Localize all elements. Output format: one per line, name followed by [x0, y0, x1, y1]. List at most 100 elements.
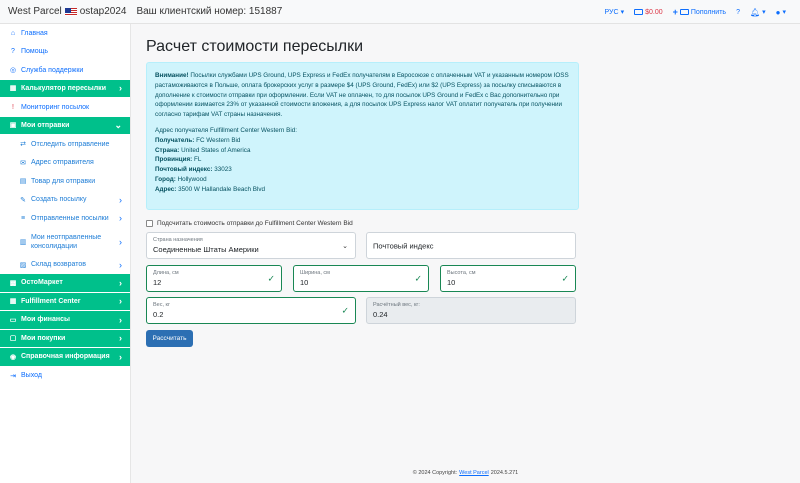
address-row: Получатель: FC Western Bid: [155, 136, 570, 146]
chevron-right-icon: ›: [119, 296, 122, 307]
sidebar-item-label: Товар для отправки: [31, 177, 96, 185]
plus-icon: +: [672, 7, 678, 17]
user-menu-button[interactable]: ● ▾: [776, 8, 786, 17]
sidebar-item-reference[interactable]: ◉ Справочная информация ›: [0, 348, 130, 367]
support-icon: ◎: [9, 67, 17, 75]
help-button[interactable]: ?: [736, 9, 740, 16]
topup-button[interactable]: + Пополнить: [673, 7, 726, 17]
sidebar-item-track[interactable]: ⇄ Отследить отправление: [0, 135, 130, 154]
weight-value: 0.2: [153, 310, 164, 319]
sidebar-item-my-shipments[interactable]: ▣ Мои отправки ⌄: [0, 116, 130, 135]
sidebar-item-label: Выход: [21, 372, 42, 380]
brand-name[interactable]: West Parcel: [8, 6, 62, 17]
chevron-down-icon: ▾: [782, 9, 786, 16]
alert-body: Посылки службами UPS Ground, UPS Express…: [155, 72, 569, 119]
address-heading: Адрес получателя Fulfillment Center West…: [155, 126, 297, 134]
address-row: Страна: United States of America: [155, 146, 570, 156]
address-label: Получатель:: [155, 136, 195, 144]
sidebar-item-support[interactable]: ◎ Служба поддержки: [0, 61, 130, 80]
address-value: 3500 W Hallandale Beach Blvd: [178, 185, 265, 193]
sidebar-item-calculator[interactable]: ▦ Калькулятор пересылки ›: [0, 79, 130, 98]
sidebar-item-label: Мониторинг посылок: [21, 103, 90, 111]
recipient-address: Адрес получателя Fulfillment Center West…: [155, 126, 570, 195]
notifications-button[interactable]: 🔔︎ ▾: [750, 8, 766, 17]
width-label: Ширина, см: [300, 270, 330, 276]
top-navbar: West Parcel ostap2024 Ваш клиентский ном…: [0, 0, 800, 24]
box-icon: ▤: [19, 178, 27, 186]
width-input[interactable]: Ширина, см 10 ✓: [293, 265, 429, 292]
route-icon: ⇄: [20, 141, 26, 149]
sidebar-item-sender-address[interactable]: ✉ Адрес отправителя: [0, 154, 130, 173]
sidebar-item-label: Служба поддержки: [21, 66, 84, 74]
check-icon: ✓: [267, 273, 275, 283]
brand[interactable]: West Parcel ostap2024: [0, 6, 126, 17]
sidebar-item-finances[interactable]: ▭ Мои финансы ›: [0, 311, 130, 330]
sidebar-item-goods[interactable]: ▤ Товар для отправки: [0, 172, 130, 191]
topup-label: Пополнить: [690, 8, 727, 16]
sidebar-item-ostomarket[interactable]: ▩ ОстоМаркет ›: [0, 274, 130, 293]
question-icon: ?: [736, 8, 740, 16]
boxes-icon: ▥: [19, 238, 27, 246]
sidebar-item-label: Адрес отправителя: [31, 159, 94, 167]
address-value: FC Western Bid: [196, 136, 241, 144]
building-icon: ▦: [9, 298, 17, 306]
check-icon: ✓: [341, 305, 349, 315]
sidebar-item-label: Главная: [21, 29, 48, 37]
sidebar: ⌂ Главная ? Помощь ◎ Служба поддержки ▦ …: [0, 24, 131, 483]
bell-icon: 🔔︎: [749, 7, 761, 17]
chevron-right-icon: ›: [119, 236, 122, 247]
bag-icon: ▢: [9, 335, 17, 343]
username[interactable]: ostap2024: [80, 6, 127, 17]
question-icon: ?: [11, 48, 15, 56]
sidebar-item-help[interactable]: ? Помощь: [0, 43, 130, 62]
sidebar-item-unsent-consolidations[interactable]: ▥ Мои неотправленные консолидации ›: [0, 228, 130, 256]
fulfillment-checkbox[interactable]: [146, 220, 153, 227]
sidebar-item-monitoring[interactable]: ! Мониторинг посылок: [0, 98, 130, 117]
zip-input[interactable]: Почтовый индекс: [366, 232, 576, 259]
sidebar-item-label: ОстоМаркет: [21, 279, 63, 287]
weight-input[interactable]: Вес, кг 0.2 ✓: [146, 297, 356, 324]
sidebar-item-label: Мои покупки: [21, 334, 66, 342]
sidebar-item-home[interactable]: ⌂ Главная: [0, 24, 130, 43]
wallet-icon: ▭: [9, 316, 17, 324]
sidebar-item-returns[interactable]: ▨ Склад возвратов ›: [0, 256, 130, 275]
calculate-button[interactable]: Рассчитать: [146, 330, 193, 347]
balance-display[interactable]: $0.00: [634, 9, 663, 16]
sidebar-item-purchases[interactable]: ▢ Мои покупки ›: [0, 329, 130, 348]
calc-weight-field: Расчётный вес, кг: 0.24: [366, 297, 576, 324]
alert-text: Внимание! Посылки службами UPS Ground, U…: [155, 71, 570, 120]
sidebar-item-label: Отправленные посылки: [31, 214, 109, 222]
top-right-menu: РУС ▾ $0.00 + Пополнить ? 🔔︎ ▾ ● ▾: [605, 0, 786, 24]
home-icon: ⌂: [10, 29, 16, 37]
weight-label: Вес, кг: [153, 302, 170, 308]
country-label: Страна назначения: [153, 237, 203, 243]
sidebar-item-logout[interactable]: ⇥ Выход: [0, 367, 130, 386]
address-row: Почтовый индекс: 33023: [155, 165, 570, 175]
length-input[interactable]: Длина, см 12 ✓: [146, 265, 282, 292]
info-alert: Внимание! Посылки службами UPS Ground, U…: [146, 62, 579, 210]
check-icon: ✓: [561, 273, 569, 283]
fulfillment-checkbox-row[interactable]: Подсчитать стоимость отправки до Fulfill…: [146, 220, 353, 227]
cart-icon: ▩: [9, 279, 17, 287]
address-row: Город: Hollywood: [155, 175, 570, 185]
footer-link[interactable]: West Parcel: [459, 470, 489, 476]
sidebar-item-sent-parcels[interactable]: ≡ Отправленные посылки ›: [0, 209, 130, 228]
sidebar-item-fulfillment[interactable]: ▦ Fulfillment Center ›: [0, 292, 130, 311]
address-label: Почтовый индекс:: [155, 166, 213, 174]
language-label: РУС: [604, 8, 619, 16]
sidebar-item-label: Fulfillment Center: [21, 297, 81, 305]
copyright-text: © 2024 Copyright:: [412, 470, 458, 476]
address-label: Адрес:: [155, 185, 177, 193]
calculator-icon: ▦: [9, 85, 17, 93]
edit-icon: ✎: [20, 196, 26, 204]
country-select[interactable]: Страна назначения Соединенные Штаты Амер…: [146, 232, 356, 259]
height-input[interactable]: Высота, см 10 ✓: [440, 265, 576, 292]
chevron-right-icon: ›: [119, 351, 122, 362]
check-icon: ✓: [414, 273, 422, 283]
card-icon: [679, 9, 689, 15]
address-value: Hollywood: [177, 175, 207, 183]
language-select[interactable]: РУС ▾: [604, 8, 625, 17]
sidebar-item-create-parcel[interactable]: ✎ Создать посылку ›: [0, 191, 130, 210]
checkbox-label[interactable]: Подсчитать стоимость отправки до Fulfill…: [157, 220, 353, 227]
sidebar-item-label: Создать посылку: [31, 196, 87, 204]
